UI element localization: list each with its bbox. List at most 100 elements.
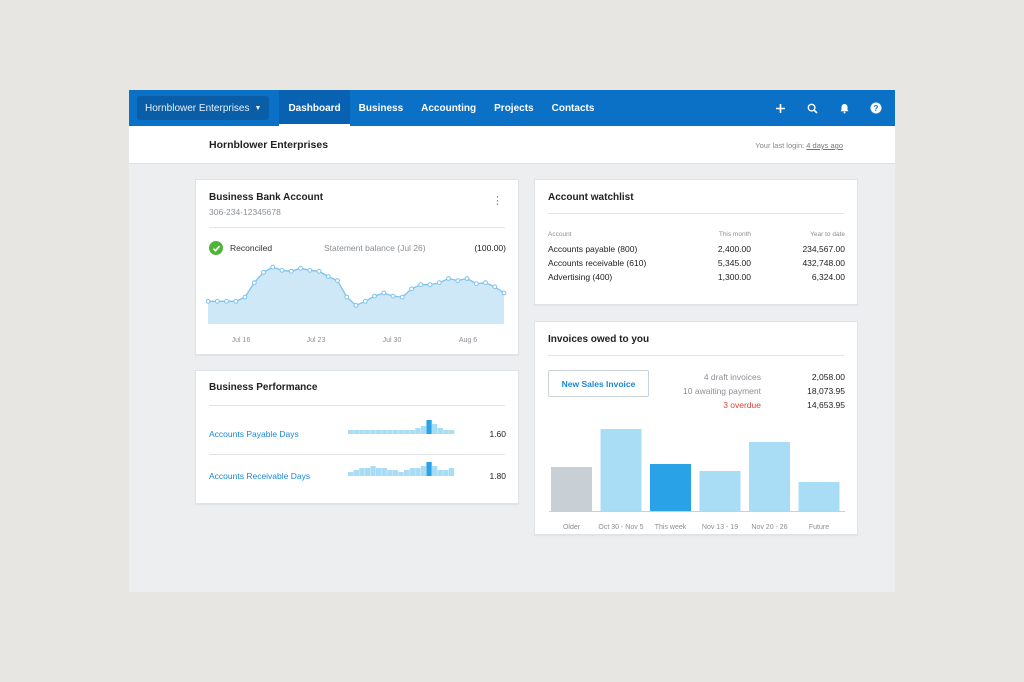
balance-point[interactable] [464,276,470,281]
invoices-card-title[interactable]: Invoices owed to you [548,334,649,345]
balance-point[interactable] [206,298,211,304]
invoice-bar[interactable] [749,442,790,511]
balance-point[interactable] [316,268,322,274]
balance-point[interactable] [362,298,368,304]
balance-point[interactable] [288,268,294,274]
balance-point[interactable] [251,280,257,286]
sparkline-bar [387,430,393,434]
awaiting-payment-label[interactable]: 10 awaiting payment [683,386,761,396]
balance-point[interactable] [353,303,359,308]
balance-point[interactable] [372,293,377,299]
balance-point[interactable] [233,298,239,304]
balance-point[interactable] [279,267,285,273]
balance-point[interactable] [446,276,451,281]
invoice-bar[interactable] [650,464,691,511]
statement-balance-label: Statement balance (Jul 26) [324,243,426,253]
sparkline-bar [426,420,432,434]
tab-accounting[interactable]: Accounting [412,90,485,126]
accounts-receivable-days-link[interactable]: Accounts Receivable Days [209,471,310,481]
accounts-payable-sparkline [348,420,455,434]
balance-point[interactable] [418,282,424,288]
watchlist-month: 5,345.00 [717,258,751,268]
balance-point[interactable] [436,280,442,286]
bar-category-label: Oct 30 - Nov 5 [598,524,643,531]
sparkline-bar [353,430,359,434]
bar-category-label: Future [809,524,829,531]
sparkline-bar [404,470,410,476]
balance-point[interactable] [344,294,350,300]
last-login-prefix: Your last login: [755,141,807,150]
performance-card-title[interactable]: Business Performance [209,382,317,393]
chevron-down-icon: ▼ [254,104,262,112]
check-circle-icon [209,241,223,255]
balance-point[interactable] [390,293,396,299]
balance-point[interactable] [381,290,387,296]
reconciled-label: Reconciled [230,243,273,253]
accounts-payable-days-value: 1.60 [489,429,506,439]
balance-point[interactable] [399,294,405,300]
plus-icon[interactable] [773,101,787,115]
more-options-icon[interactable]: ⋮ [492,196,503,207]
invoice-bar[interactable] [699,471,741,511]
balance-point[interactable] [325,274,331,279]
tab-business[interactable]: Business [350,90,412,126]
x-tick-label: Jul 23 [307,337,326,344]
balance-point[interactable] [224,298,229,304]
bank-account-card: Business Bank Account 306-234-12345678 ⋮… [195,179,519,355]
invoice-bar[interactable] [600,429,642,511]
tab-dashboard[interactable]: Dashboard [279,90,350,126]
divider [548,355,844,356]
balance-area [208,267,504,324]
balance-point[interactable] [427,282,433,288]
sparkline-bar [437,470,443,476]
sparkline-bar [420,426,427,434]
balance-point[interactable] [409,286,414,292]
watchlist-account[interactable]: Accounts receivable (610) [548,258,646,268]
balance-point[interactable] [501,290,507,296]
balance-point[interactable] [298,265,303,271]
watchlist-month: 1,300.00 [717,272,751,282]
svg-text:?: ? [874,104,879,113]
balance-point[interactable] [270,264,276,270]
bank-balance-chart: Jul 16 Jul 23 Jul 30 Aug 6 [206,264,507,344]
balance-point[interactable] [455,278,461,284]
page-title: Hornblower Enterprises [209,139,329,151]
overdue-value: 14,653.95 [807,400,845,410]
watchlist-card-title[interactable]: Account watchlist [548,192,634,203]
watchlist-header-ytd: Year to date [810,231,845,238]
balance-point[interactable] [335,278,340,284]
tab-contacts[interactable]: Contacts [543,90,604,126]
bank-card-title[interactable]: Business Bank Account [209,192,323,203]
top-nav: Hornblower Enterprises ▼ Dashboard Busin… [129,90,895,126]
balance-point[interactable] [483,280,488,286]
org-switcher[interactable]: Hornblower Enterprises ▼ [137,96,270,120]
sparkline-bar [432,466,438,476]
tab-projects[interactable]: Projects [485,90,542,126]
draft-invoices-label[interactable]: 4 draft invoices [704,372,761,382]
accounts-payable-days-link[interactable]: Accounts Payable Days [209,429,299,439]
watchlist-account[interactable]: Advertising (400) [548,272,612,282]
balance-point[interactable] [492,284,498,290]
search-icon[interactable] [805,101,819,115]
invoice-bar[interactable] [551,467,592,511]
bar-category-label: This week [655,524,687,531]
balance-point[interactable] [307,267,313,273]
bell-icon[interactable] [837,101,851,115]
watchlist-month: 2,400.00 [717,244,751,254]
watchlist-account[interactable]: Accounts payable (800) [548,244,637,254]
balance-point[interactable] [214,298,220,304]
nav-icons: ? [773,90,883,126]
balance-point[interactable] [242,294,248,300]
invoice-bar[interactable] [798,482,840,511]
sparkline-bar [392,470,399,476]
balance-point[interactable] [261,269,266,275]
balance-point[interactable] [473,281,479,287]
last-login: Your last login: 4 days ago [755,141,843,150]
new-sales-invoice-button[interactable]: New Sales Invoice [548,370,649,397]
sparkline-bar [381,468,387,476]
overdue-label[interactable]: 3 overdue [723,400,761,410]
sparkline-bar [398,430,404,434]
sparkline-bar [381,430,387,434]
help-icon[interactable]: ? [869,101,883,115]
last-login-link[interactable]: 4 days ago [806,141,843,150]
